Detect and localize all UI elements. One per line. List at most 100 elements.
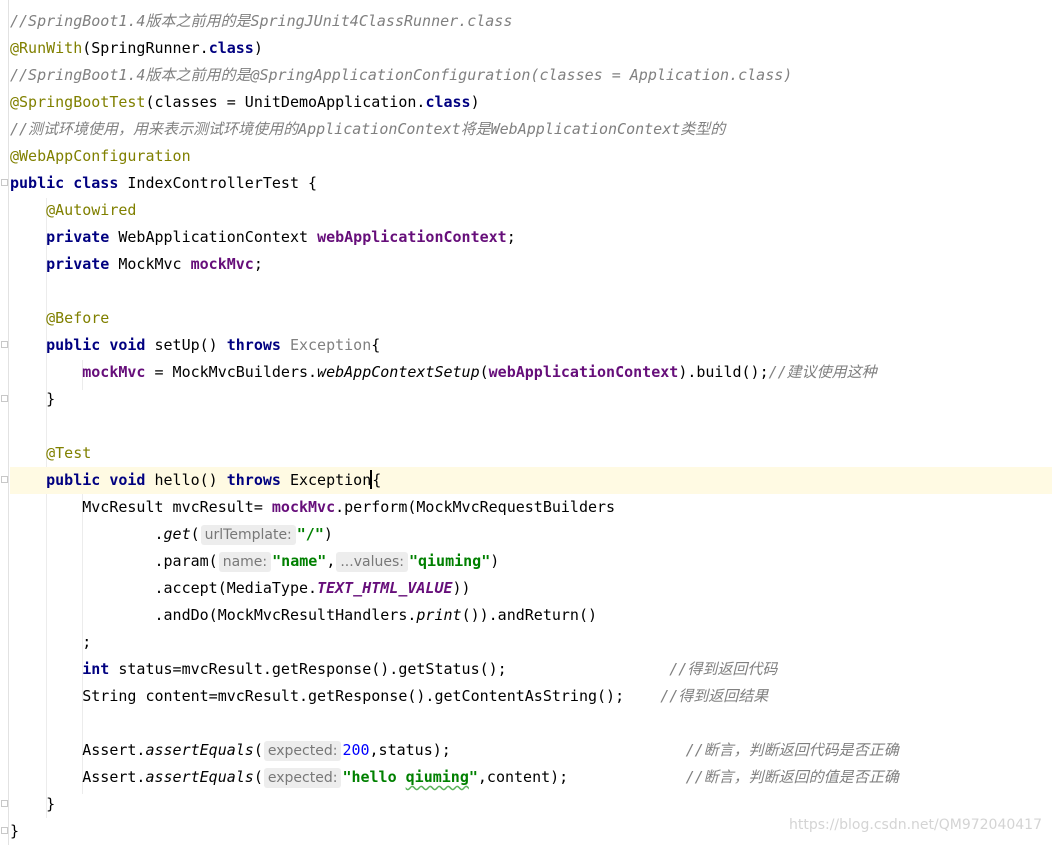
code-editor[interactable]: //SpringBoot1.4版本之前用的是SpringJUnit4ClassR… bbox=[0, 0, 1052, 845]
code-line-24[interactable]: ; bbox=[10, 629, 1050, 656]
code-text: ; bbox=[82, 633, 92, 651]
code-line-20[interactable]: .get(urlTemplate: "/") bbox=[10, 521, 1050, 548]
static-method: webAppContextSetup bbox=[317, 363, 480, 381]
code-line-22[interactable]: .accept(MediaType.TEXT_HTML_VALUE)) bbox=[10, 575, 1050, 602]
code-text: ( bbox=[253, 768, 263, 786]
code-text: String content=mvcResult.getResponse().g… bbox=[82, 687, 625, 705]
comment: //SpringBoot1.4版本之前用的是SpringJUnit4ClassR… bbox=[10, 12, 513, 30]
code-line-1[interactable]: //SpringBoot1.4版本之前用的是SpringJUnit4ClassR… bbox=[10, 8, 1050, 35]
keyword: throws bbox=[226, 471, 281, 489]
code-text: ( bbox=[253, 741, 263, 759]
code-text: (classes = UnitDemoApplication. bbox=[145, 93, 426, 111]
code-text: status=mvcResult.getResponse().getStatus… bbox=[109, 660, 507, 678]
fold-marker-icon[interactable] bbox=[1, 179, 8, 186]
code-text: MvcResult mvcResult= bbox=[82, 498, 272, 516]
code-line-4[interactable]: @SpringBootTest(classes = UnitDemoApplic… bbox=[10, 89, 1050, 116]
code-line-8[interactable]: @Autowired bbox=[10, 197, 1050, 224]
code-line-17[interactable]: @Test bbox=[10, 440, 1050, 467]
code-line-5[interactable]: //测试环境使用，用来表示测试环境使用的ApplicationContext将是… bbox=[10, 116, 1050, 143]
code-line-30[interactable]: } bbox=[10, 791, 1050, 818]
comment: //SpringBoot1.4版本之前用的是@SpringApplication… bbox=[10, 66, 793, 84]
code-text: Assert. bbox=[82, 741, 146, 759]
string-literal: "hello bbox=[342, 768, 406, 786]
code-line-26[interactable]: String content=mvcResult.getResponse().g… bbox=[10, 683, 1050, 710]
keyword: public bbox=[10, 174, 65, 192]
code-line-21[interactable]: .param(name: "name", ...values: "qiuming") bbox=[10, 548, 1050, 575]
annotation: @WebAppConfiguration bbox=[10, 147, 191, 165]
field: mockMvc bbox=[190, 255, 254, 273]
code-line-7[interactable]: public class IndexControllerTest { bbox=[10, 170, 1050, 197]
code-text: ).build(); bbox=[678, 363, 769, 381]
comment: //断言，判断返回代码是否正确 bbox=[685, 741, 899, 759]
code-line-6[interactable]: @WebAppConfiguration bbox=[10, 143, 1050, 170]
class-name: IndexControllerTest { bbox=[118, 174, 318, 192]
code-text: ; bbox=[506, 228, 516, 246]
static-method: get bbox=[163, 525, 191, 543]
code-text: Assert. bbox=[82, 768, 146, 786]
string-literal: "name" bbox=[272, 552, 327, 570]
code-text: ,status); bbox=[369, 741, 451, 759]
code-text: )) bbox=[452, 579, 471, 597]
code-line-14[interactable]: mockMvc = MockMvcBuilders.webAppContextS… bbox=[10, 359, 1050, 386]
code-line-28[interactable]: Assert.assertEquals(expected: 200,status)… bbox=[10, 737, 1050, 764]
static-method: print bbox=[416, 606, 462, 624]
code-line-9[interactable]: private WebApplicationContext webApplica… bbox=[10, 224, 1050, 251]
code-line-25[interactable]: int status=mvcResult.getResponse().getSt… bbox=[10, 656, 1050, 683]
code-text: .accept(MediaType. bbox=[154, 579, 318, 597]
static-method: assertEquals bbox=[145, 741, 254, 759]
code-line-18-current[interactable]: public void hello() throws Exception{ bbox=[10, 467, 1052, 494]
string-literal-typo: qiuming bbox=[405, 768, 469, 786]
parameter-hint: ...values: bbox=[336, 552, 408, 572]
annotation: @Test bbox=[46, 444, 92, 462]
code-line-10[interactable]: private MockMvc mockMvc; bbox=[10, 251, 1050, 278]
code-text: ) bbox=[470, 93, 480, 111]
parameter-hint: urlTemplate: bbox=[200, 525, 296, 545]
keyword: int bbox=[82, 660, 110, 678]
code-text: .param( bbox=[154, 552, 218, 570]
code-text: ) bbox=[323, 525, 333, 543]
gutter-divider bbox=[8, 0, 9, 845]
exception-type: Exception bbox=[280, 336, 372, 354]
fold-marker-icon[interactable] bbox=[1, 341, 8, 348]
type-name: MockMvc bbox=[109, 255, 191, 273]
code-text: = MockMvcBuilders. bbox=[145, 363, 318, 381]
code-line-2[interactable]: @RunWith(SpringRunner.class) bbox=[10, 35, 1050, 62]
field: mockMvc bbox=[271, 498, 336, 516]
code-text: { bbox=[372, 471, 382, 489]
fold-marker-icon[interactable] bbox=[1, 395, 8, 402]
string-literal: "/" bbox=[296, 525, 324, 543]
code-text: , bbox=[326, 552, 336, 570]
code-line-15[interactable]: } bbox=[10, 386, 1050, 413]
code-text: ) bbox=[490, 552, 500, 570]
type-name: WebApplicationContext bbox=[109, 228, 318, 246]
annotation: @SpringBootTest bbox=[10, 93, 146, 111]
keyword: throws bbox=[226, 336, 281, 354]
code-text: } bbox=[46, 390, 56, 408]
fold-marker-icon[interactable] bbox=[1, 800, 8, 807]
keyword: void bbox=[109, 471, 146, 489]
code-text: .andDo(MockMvcResultHandlers. bbox=[154, 606, 417, 624]
code-line-23[interactable]: .andDo(MockMvcResultHandlers.print()).an… bbox=[10, 602, 1050, 629]
keyword: void bbox=[109, 336, 146, 354]
comment: //得到返回代码 bbox=[669, 660, 778, 678]
keyword: private bbox=[46, 228, 110, 246]
code-line-3[interactable]: //SpringBoot1.4版本之前用的是@SpringApplication… bbox=[10, 62, 1050, 89]
comment: //断言，判断返回的值是否正确 bbox=[685, 768, 899, 786]
code-text: } bbox=[10, 822, 20, 840]
code-text: ( bbox=[190, 525, 200, 543]
fold-marker-icon[interactable] bbox=[1, 476, 8, 483]
code-line-19[interactable]: MvcResult mvcResult= mockMvc.perform(Moc… bbox=[10, 494, 1050, 521]
comment: //得到返回结果 bbox=[660, 687, 769, 705]
code-line-13[interactable]: public void setUp() throws Exception{ bbox=[10, 332, 1050, 359]
keyword: class bbox=[208, 39, 254, 57]
method-signature: hello() bbox=[145, 471, 227, 489]
code-line-29[interactable]: Assert.assertEquals(expected: "hello qium… bbox=[10, 764, 1050, 791]
code-line-12[interactable]: @Before bbox=[10, 305, 1050, 332]
fold-marker-icon[interactable] bbox=[1, 827, 8, 834]
code-text: ()).andReturn() bbox=[461, 606, 598, 624]
keyword: public bbox=[46, 471, 101, 489]
string-literal: " bbox=[468, 768, 478, 786]
string-literal: "qiuming" bbox=[408, 552, 491, 570]
watermark: https://blog.csdn.net/QM972040417 bbox=[788, 817, 1042, 833]
field: webApplicationContext bbox=[317, 228, 507, 246]
